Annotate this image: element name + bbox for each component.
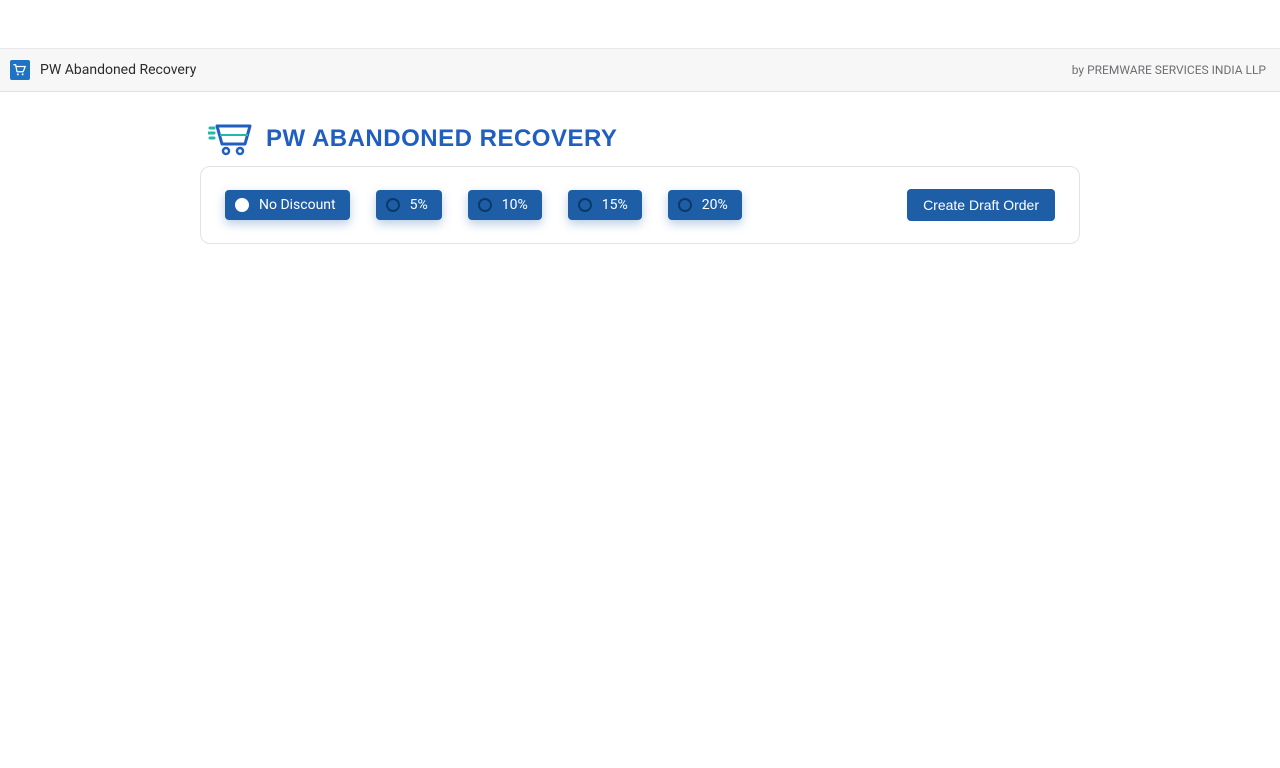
discount-option-10[interactable]: 10%: [468, 190, 542, 220]
discount-label: 20%: [702, 197, 728, 213]
radio-icon: [386, 198, 400, 212]
main-content: PW ABANDONED RECOVERY No Discount 5% 10%…: [200, 122, 1080, 244]
discount-label: 5%: [410, 197, 428, 213]
discount-option-15[interactable]: 15%: [568, 190, 642, 220]
discount-options: No Discount 5% 10% 15% 20%: [225, 190, 742, 220]
discount-label: 15%: [602, 197, 628, 213]
discount-option-no-discount[interactable]: No Discount: [225, 190, 350, 220]
discount-option-5[interactable]: 5%: [376, 190, 442, 220]
topbar: PW Abandoned Recovery by PREMWARE SERVIC…: [0, 48, 1280, 92]
radio-icon: [235, 198, 249, 212]
discount-option-20[interactable]: 20%: [668, 190, 742, 220]
discount-card: No Discount 5% 10% 15% 20% Create Draft …: [200, 166, 1080, 244]
radio-icon: [478, 198, 492, 212]
cart-icon: [13, 63, 27, 77]
radio-icon: [578, 198, 592, 212]
discount-label: 10%: [502, 197, 528, 213]
topbar-title: PW Abandoned Recovery: [40, 62, 196, 78]
create-draft-order-button[interactable]: Create Draft Order: [907, 189, 1055, 221]
topbar-left: PW Abandoned Recovery: [10, 60, 196, 80]
topbar-byline: by PREMWARE SERVICES INDIA LLP: [1072, 63, 1266, 77]
brand-logo: PW ABANDONED RECOVERY: [200, 122, 1080, 156]
app-icon: [10, 60, 30, 80]
brand-text: PW ABANDONED RECOVERY: [266, 125, 617, 153]
discount-label: No Discount: [259, 197, 336, 213]
brand-cart-icon: [208, 122, 254, 156]
radio-icon: [678, 198, 692, 212]
